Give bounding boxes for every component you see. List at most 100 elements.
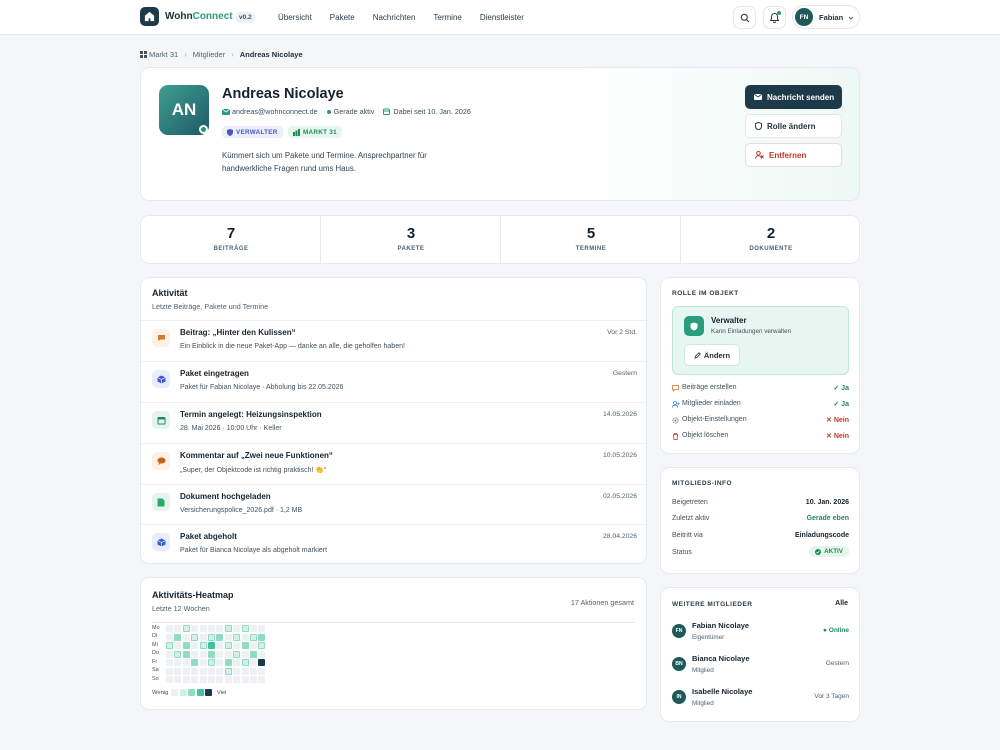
send-message-button[interactable]: Nachricht senden [745, 85, 842, 109]
heatmap-cell[interactable] [174, 667, 182, 675]
home-logo-icon[interactable] [140, 7, 159, 26]
heatmap-cell[interactable] [216, 676, 224, 683]
nav-link-uebersicht[interactable]: Übersicht [269, 13, 321, 22]
heatmap-cell[interactable] [208, 633, 215, 641]
heatmap-cell[interactable] [166, 676, 173, 683]
activity-item[interactable]: Kommentar auf „Zwei neue Funktionen“ „Su… [141, 443, 646, 484]
notifications-button[interactable] [763, 6, 786, 29]
nav-link-termine[interactable]: Termine [424, 13, 470, 22]
heatmap-cell[interactable] [174, 633, 182, 641]
change-role-small-button[interactable]: Ändern [684, 344, 740, 366]
heatmap-cell[interactable] [166, 625, 173, 632]
heatmap-cell[interactable] [199, 625, 207, 632]
heatmap-cell[interactable] [224, 659, 232, 666]
heatmap-cell[interactable] [191, 650, 199, 658]
heatmap-cell[interactable] [250, 650, 257, 658]
heatmap-cell[interactable] [182, 659, 190, 666]
heatmap-cell[interactable] [216, 659, 224, 666]
heatmap-cell[interactable] [182, 642, 190, 649]
heatmap-cell[interactable] [208, 642, 215, 649]
profile-email[interactable]: andreas@wohnconnect.de [232, 107, 318, 116]
show-all-link[interactable]: Alle [835, 600, 848, 607]
heatmap-cell[interactable] [199, 676, 207, 683]
heatmap-cell[interactable] [250, 659, 257, 666]
heatmap-cell[interactable] [191, 625, 199, 632]
heatmap-cell[interactable] [258, 659, 266, 666]
heatmap-cell[interactable] [224, 667, 232, 675]
heatmap-cell[interactable] [199, 659, 207, 666]
heatmap-cell[interactable] [233, 659, 241, 666]
activity-item[interactable]: Termin angelegt: Heizungsinspektion 28. … [141, 402, 646, 443]
heatmap-cell[interactable] [208, 650, 215, 658]
change-role-button[interactable]: Rolle ändern [745, 114, 842, 138]
heatmap-cell[interactable] [258, 650, 266, 658]
heatmap-cell[interactable] [208, 659, 215, 666]
activity-item[interactable]: Paket abgeholt Paket für Bianca Nicolaye… [141, 524, 646, 563]
heatmap-cell[interactable] [166, 642, 173, 649]
heatmap-cell[interactable] [216, 625, 224, 632]
activity-item[interactable]: Beitrag: „Hinter den Kulissen“ Ein Einbl… [141, 320, 646, 361]
heatmap-cell[interactable] [216, 633, 224, 641]
heatmap-cell[interactable] [250, 667, 257, 675]
heatmap-cell[interactable] [166, 659, 173, 666]
heatmap-cell[interactable] [241, 659, 249, 666]
heatmap-cell[interactable] [241, 650, 249, 658]
heatmap-cell[interactable] [258, 642, 266, 649]
search-button[interactable] [733, 6, 756, 29]
heatmap-cell[interactable] [224, 633, 232, 641]
nav-link-dienstleister[interactable]: Dienstleister [471, 13, 533, 22]
heatmap-cell[interactable] [224, 676, 232, 683]
heatmap-cell[interactable] [166, 650, 173, 658]
heatmap-cell[interactable] [191, 676, 199, 683]
heatmap-cell[interactable] [199, 667, 207, 675]
heatmap-cell[interactable] [233, 633, 241, 641]
heatmap-cell[interactable] [208, 625, 215, 632]
heatmap-cell[interactable] [250, 625, 257, 632]
remove-member-button[interactable]: Entfernen [745, 143, 842, 167]
heatmap-cell[interactable] [250, 633, 257, 641]
heatmap-cell[interactable] [174, 659, 182, 666]
heatmap-cell[interactable] [241, 667, 249, 675]
heatmap-cell[interactable] [208, 667, 215, 675]
heatmap-cell[interactable] [174, 650, 182, 658]
breadcrumb-object[interactable]: Markt 31 [149, 50, 178, 59]
heatmap-cell[interactable] [199, 633, 207, 641]
heatmap-cell[interactable] [216, 642, 224, 649]
activity-item[interactable]: Paket eingetragen Paket für Fabian Nicol… [141, 361, 646, 402]
heatmap-cell[interactable] [191, 642, 199, 649]
heatmap-cell[interactable] [199, 650, 207, 658]
heatmap-cell[interactable] [182, 667, 190, 675]
heatmap-cell[interactable] [224, 650, 232, 658]
heatmap-cell[interactable] [182, 676, 190, 683]
heatmap-cell[interactable] [233, 676, 241, 683]
heatmap-cell[interactable] [250, 642, 257, 649]
heatmap-cell[interactable] [258, 676, 266, 683]
heatmap-cell[interactable] [191, 633, 199, 641]
heatmap-cell[interactable] [258, 625, 266, 632]
heatmap-cell[interactable] [216, 650, 224, 658]
heatmap-cell[interactable] [258, 667, 266, 675]
user-menu[interactable]: FN Fabian [792, 5, 860, 29]
heatmap-cell[interactable] [182, 650, 190, 658]
heatmap-cell[interactable] [233, 650, 241, 658]
heatmap-cell[interactable] [233, 625, 241, 632]
member-row[interactable]: BN Bianca Nicolaye Mitglied Gestern [672, 654, 849, 682]
heatmap-cell[interactable] [233, 642, 241, 649]
heatmap-cell[interactable] [199, 642, 207, 649]
heatmap-cell[interactable] [233, 667, 241, 675]
heatmap-cell[interactable] [174, 642, 182, 649]
heatmap-cell[interactable] [258, 633, 266, 641]
heatmap-cell[interactable] [241, 676, 249, 683]
heatmap-cell[interactable] [241, 642, 249, 649]
member-row[interactable]: IN Isabelle Nicolaye Mitglied Vor 3 Tage… [672, 687, 849, 715]
heatmap-cell[interactable] [174, 625, 182, 632]
activity-item[interactable]: Dokument hochgeladen Versicherungspolice… [141, 484, 646, 525]
heatmap-cell[interactable] [166, 633, 173, 641]
nav-link-nachrichten[interactable]: Nachrichten [364, 13, 425, 22]
breadcrumb-members[interactable]: Mitglieder [193, 50, 226, 59]
heatmap-cell[interactable] [216, 667, 224, 675]
heatmap-cell[interactable] [166, 667, 173, 675]
heatmap-cell[interactable] [208, 676, 215, 683]
member-row[interactable]: FN Fabian Nicolaye Eigentümer ● Online [672, 621, 849, 649]
nav-link-pakete[interactable]: Pakete [321, 13, 364, 22]
